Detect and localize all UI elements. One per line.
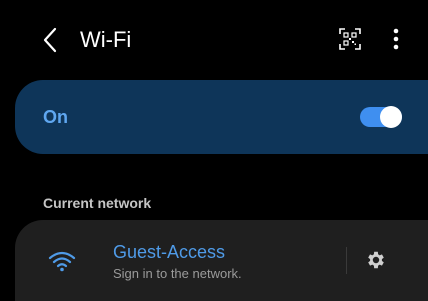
vertical-divider [346,247,347,274]
back-button[interactable] [36,24,64,56]
wifi-toggle-switch[interactable] [360,106,402,128]
gear-icon [368,251,384,269]
qr-code-scan-icon [339,28,361,50]
current-network-card: Guest-Access Sign in to the network. [15,220,428,301]
network-settings-button[interactable] [365,249,387,271]
wifi-toggle-label: On [43,107,68,127]
page-title: Wi-Fi [80,27,132,52]
wifi-toggle-card[interactable]: On [15,80,428,154]
more-options-button[interactable] [386,25,406,53]
network-name: Guest-Access [113,242,226,262]
wifi-icon [48,251,76,272]
app-bar: Wi-Fi [0,0,428,80]
switch-knob [380,106,402,128]
network-item-guest-access[interactable]: Guest-Access Sign in to the network. [15,220,345,301]
network-status: Sign in to the network. [113,266,242,281]
qr-scan-button[interactable] [338,27,362,51]
section-header-current-network: Current network [43,195,152,211]
chevron-left-icon [43,27,57,53]
more-vertical-icon [393,28,399,50]
wifi-settings-screen: Wi-Fi On Current network Guest-Access Si… [0,0,428,301]
